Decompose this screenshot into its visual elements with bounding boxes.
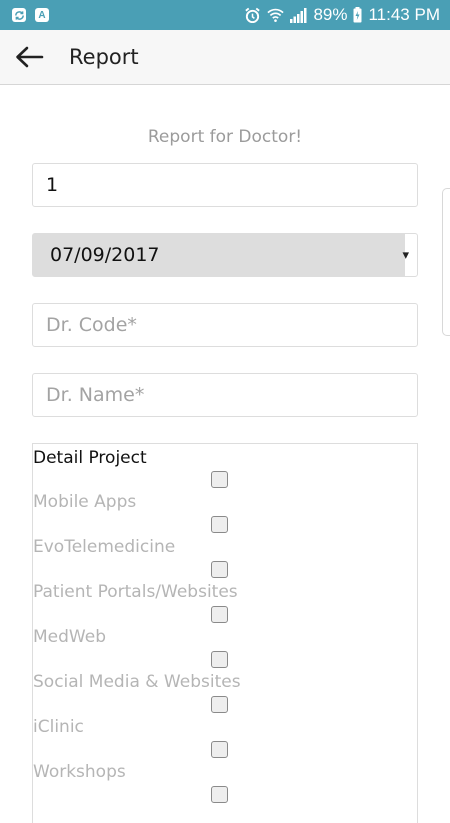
detail-project-box: Detail Project Mobile Apps EvoTelemedici… xyxy=(32,443,418,823)
detail-project-title: Detail Project xyxy=(33,448,147,468)
option-evotelemedicine: EvoTelemedicine xyxy=(33,537,176,557)
status-bar: A 89% 11:43 PM xyxy=(0,0,450,30)
dr-name-placeholder: Dr. Name* xyxy=(46,384,145,406)
battery-charging-icon xyxy=(353,7,362,23)
a-badge-icon: A xyxy=(35,8,49,22)
alarm-icon xyxy=(244,7,261,24)
clock: 11:43 PM xyxy=(368,5,440,24)
number-input[interactable]: 1 xyxy=(32,163,418,207)
option-patient-portals: Patient Portals/Websites xyxy=(33,582,238,602)
back-arrow-icon xyxy=(16,46,44,68)
scrollbar[interactable] xyxy=(442,188,450,336)
option-social-media: Social Media & Websites xyxy=(33,672,241,692)
battery-percent: 89% xyxy=(313,5,348,24)
checkbox-social-media[interactable] xyxy=(211,651,228,668)
dr-code-input[interactable]: Dr. Code* xyxy=(32,303,418,347)
form-heading: Report for Doctor! xyxy=(147,127,303,147)
app-bar: Report xyxy=(0,30,450,85)
dr-name-input[interactable]: Dr. Name* xyxy=(32,373,418,417)
checkbox-workshops[interactable] xyxy=(211,741,228,758)
option-iclinic: iClinic xyxy=(33,717,84,737)
date-select-value: 07/09/2017 xyxy=(33,234,405,276)
option-mobile-apps: Mobile Apps xyxy=(33,492,137,512)
checkbox-next[interactable] xyxy=(211,786,228,803)
dr-code-placeholder: Dr. Code* xyxy=(46,314,137,336)
back-button[interactable] xyxy=(4,30,54,85)
system-status: 89% 11:43 PM xyxy=(244,5,440,25)
option-workshops: Workshops xyxy=(33,762,126,782)
checkbox-mobile-apps[interactable] xyxy=(211,471,228,488)
checkbox-evotelemedicine[interactable] xyxy=(211,516,228,533)
wifi-icon xyxy=(267,7,285,23)
number-input-value: 1 xyxy=(46,174,59,196)
checkbox-medweb[interactable] xyxy=(211,606,228,623)
report-form: Report for Doctor! 1 07/09/2017 ▾ Dr. Co… xyxy=(0,85,450,823)
date-select[interactable]: 07/09/2017 ▾ xyxy=(32,233,418,277)
checkbox-iclinic[interactable] xyxy=(211,696,228,713)
sync-icon xyxy=(12,8,26,22)
notification-icons: A xyxy=(12,8,49,22)
option-medweb: MedWeb xyxy=(33,627,106,647)
checkbox-patient-portals[interactable] xyxy=(211,561,228,578)
dropdown-caret-icon: ▾ xyxy=(402,247,409,262)
page-title: Report xyxy=(69,45,139,69)
signal-icon xyxy=(290,7,307,23)
